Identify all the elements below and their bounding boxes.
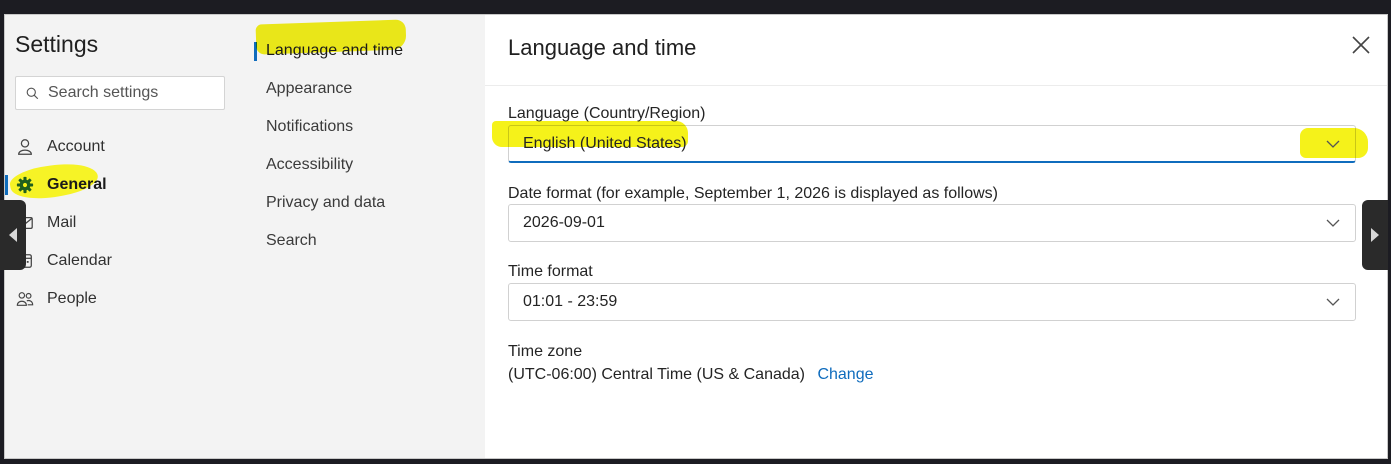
sidebar-item-people[interactable]: People (5, 280, 249, 318)
chevron-left-icon (9, 228, 17, 242)
settings-title: Settings (15, 31, 99, 57)
subnav-item-notifications[interactable]: Notifications (249, 108, 485, 146)
timezone-change-link[interactable]: Change (817, 366, 873, 383)
sidebar-item-label: People (47, 290, 97, 307)
chevron-down-icon (1326, 140, 1340, 148)
sidebar-item-label: Calendar (47, 252, 112, 269)
subnav-item-label: Accessibility (266, 156, 354, 173)
date-format-value: 2026-09-01 (523, 214, 605, 231)
sidebar-item-mail[interactable]: Mail (5, 204, 249, 242)
sidebar-item-label: Account (47, 138, 105, 155)
time-format-select[interactable]: 01:01 - 23:59 (508, 283, 1356, 321)
divider (485, 85, 1387, 86)
subnav-item-privacy-and-data[interactable]: Privacy and data (249, 184, 485, 222)
subsettings-list: Language and time Appearance Notificatio… (249, 32, 485, 260)
search-input[interactable] (46, 83, 220, 103)
chevron-right-icon (1371, 228, 1379, 242)
search-icon (26, 87, 39, 99)
gear-icon (15, 175, 35, 195)
time-format-value: 01:01 - 23:59 (523, 293, 618, 310)
search-box[interactable] (15, 76, 225, 110)
subnav-item-label: Privacy and data (266, 194, 386, 211)
timezone-row: (UTC-06:00) Central Time (US & Canada) C… (508, 366, 873, 384)
language-time-panel: Language and time Language (Country/Regi… (485, 15, 1387, 458)
date-format-label: Date format (for example, September 1, 2… (508, 185, 999, 202)
sidebar-item-label: General (47, 176, 107, 193)
sidebar-item-calendar[interactable]: Calendar (5, 242, 249, 280)
sidebar-item-account[interactable]: Account (5, 128, 249, 166)
subnav-item-label: Search (266, 232, 317, 249)
subnav-item-accessibility[interactable]: Accessibility (249, 146, 485, 184)
subnav-item-label: Appearance (266, 80, 353, 97)
timezone-label: Time zone (508, 343, 583, 360)
date-format-select[interactable]: 2026-09-01 (508, 204, 1356, 242)
close-icon[interactable] (1349, 33, 1373, 57)
person-icon (15, 137, 35, 157)
sidebar-item-label: Mail (47, 214, 77, 231)
panel-title: Language and time (508, 35, 697, 60)
settings-sidebar: Settings Account General (5, 15, 249, 458)
subnav-item-search[interactable]: Search (249, 222, 485, 260)
chevron-down-icon (1326, 219, 1340, 227)
language-value: English (United States) (523, 134, 687, 152)
previous-arrow-button[interactable] (0, 200, 26, 270)
settings-window: Settings Account General (4, 14, 1388, 459)
subsettings-nav: Language and time Appearance Notificatio… (249, 15, 485, 458)
time-format-label: Time format (508, 263, 593, 280)
sidebar-item-general[interactable]: General (5, 166, 249, 204)
subnav-item-appearance[interactable]: Appearance (249, 70, 485, 108)
subnav-item-label: Notifications (266, 118, 354, 135)
active-indicator (5, 175, 8, 195)
people-icon (15, 289, 35, 309)
subnav-item-label: Language and time (266, 42, 403, 59)
next-arrow-button[interactable] (1362, 200, 1388, 270)
chevron-down-icon (1326, 298, 1340, 306)
settings-categories: Account General Mail Calendar People (5, 128, 249, 318)
timezone-value: (UTC-06:00) Central Time (US & Canada) (508, 366, 805, 383)
